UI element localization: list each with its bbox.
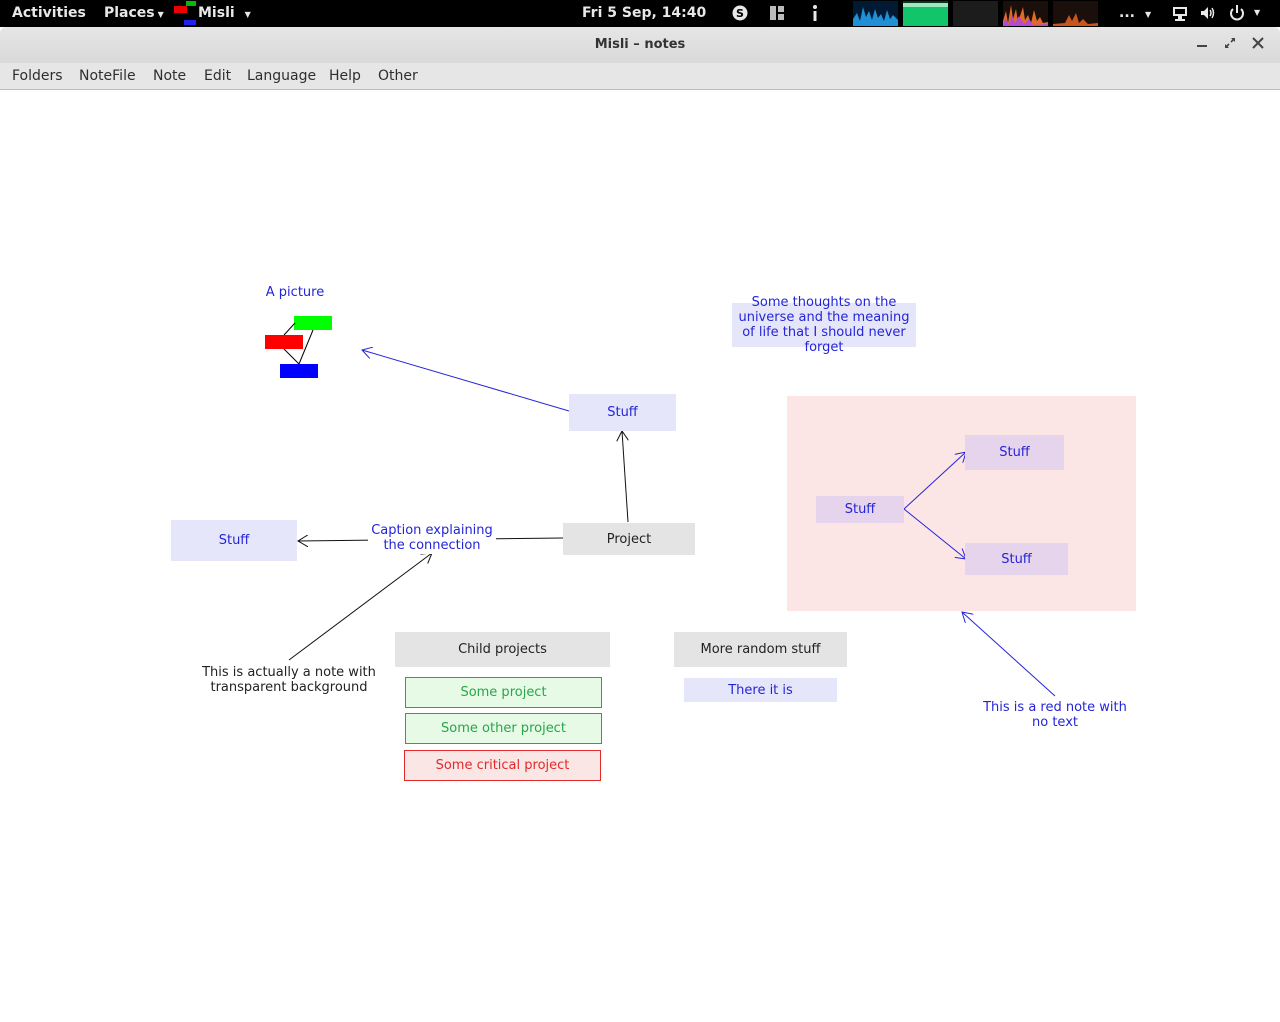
red-group-stuff-note[interactable]: Stuff bbox=[816, 496, 904, 523]
menu-edit[interactable]: Edit bbox=[204, 68, 231, 84]
minimize-icon[interactable] bbox=[1194, 35, 1210, 51]
power-icon[interactable] bbox=[1228, 4, 1246, 22]
menu-folders[interactable]: Folders bbox=[12, 68, 63, 84]
svg-text:S: S bbox=[736, 7, 744, 20]
power-menu-arrow-icon[interactable]: ▼ bbox=[1254, 8, 1260, 17]
connection-group-stuff-to-upper[interactable] bbox=[903, 452, 966, 510]
menu-note[interactable]: Note bbox=[153, 68, 186, 84]
menu-language[interactable]: Language bbox=[247, 68, 316, 84]
network-graph bbox=[1003, 1, 1048, 26]
swap-graph bbox=[953, 1, 998, 26]
app-menu[interactable]: Misli ▼ bbox=[198, 5, 251, 21]
more-arrow-icon: ▼ bbox=[1144, 10, 1152, 19]
connection-project-to-stuff[interactable] bbox=[622, 431, 628, 523]
app-menu-label: Misli bbox=[198, 5, 235, 21]
disk-graph bbox=[1053, 1, 1098, 26]
child-projects-note[interactable]: Child projects bbox=[395, 632, 610, 667]
some-other-project-note[interactable]: Some other project bbox=[405, 713, 602, 744]
close-icon[interactable] bbox=[1250, 35, 1266, 51]
more-label: ... bbox=[1119, 5, 1135, 21]
cpu-graph bbox=[853, 1, 898, 26]
window-title: Misli – notes bbox=[594, 37, 686, 52]
red-note-caption[interactable]: This is a red note with no text bbox=[978, 699, 1132, 731]
skype-icon[interactable]: S bbox=[731, 4, 749, 22]
connection-caption-to-red-note[interactable] bbox=[962, 612, 1056, 697]
restore-icon[interactable] bbox=[1222, 35, 1238, 51]
red-group-stuff-upper-note[interactable]: Stuff bbox=[965, 435, 1064, 470]
connection-caption[interactable]: Caption explaining the connection bbox=[368, 522, 496, 554]
menu-help[interactable]: Help bbox=[329, 68, 361, 84]
places-menu[interactable]: Places ▼ bbox=[104, 5, 164, 21]
places-arrow-icon: ▼ bbox=[157, 10, 164, 19]
transparent-note[interactable]: This is actually a note with transparent… bbox=[196, 664, 382, 696]
app-menu-arrow-icon: ▼ bbox=[244, 10, 251, 19]
stuff-note-top[interactable]: Stuff bbox=[569, 394, 676, 431]
connection-stuff-to-picture[interactable] bbox=[362, 350, 570, 412]
workspace-icon[interactable] bbox=[768, 4, 786, 22]
picture-image[interactable] bbox=[262, 314, 336, 380]
clock[interactable]: Fri 5 Sep, 14:40 bbox=[582, 5, 706, 21]
notes-canvas[interactable]: A picture Some thoughts on the universe … bbox=[0, 90, 1280, 1022]
connection-group-stuff-to-lower[interactable] bbox=[903, 508, 966, 559]
menu-other[interactable]: Other bbox=[378, 68, 418, 84]
red-group-stuff-lower-note[interactable]: Stuff bbox=[965, 543, 1068, 575]
stuff-note-left[interactable]: Stuff bbox=[171, 520, 297, 561]
info-icon[interactable] bbox=[806, 4, 824, 22]
volume-icon[interactable] bbox=[1199, 4, 1217, 22]
picture-caption[interactable]: A picture bbox=[255, 284, 335, 300]
top-panel: Activities Places ▼ Misli ▼ Fri 5 Sep, 14:… bbox=[0, 0, 1280, 27]
menubar: Folders NoteFile Note Edit Language Help… bbox=[0, 63, 1280, 90]
some-project-note[interactable]: Some project bbox=[405, 677, 602, 708]
thoughts-note[interactable]: Some thoughts on the universe and the me… bbox=[732, 295, 916, 355]
some-critical-project-note[interactable]: Some critical project bbox=[404, 750, 601, 781]
there-it-is-note[interactable]: There it is bbox=[684, 678, 837, 702]
misli-app-icon bbox=[174, 1, 198, 25]
window-titlebar[interactable]: Misli – notes bbox=[0, 27, 1280, 63]
network-icon[interactable] bbox=[1171, 4, 1189, 22]
activities-button[interactable]: Activities bbox=[12, 5, 86, 21]
more-menu[interactable]: ... ▼ bbox=[1119, 5, 1151, 21]
memory-graph bbox=[903, 1, 948, 26]
menu-notefile[interactable]: NoteFile bbox=[79, 68, 136, 84]
project-note[interactable]: Project bbox=[563, 523, 695, 555]
more-random-stuff-note[interactable]: More random stuff bbox=[674, 632, 847, 667]
places-label: Places bbox=[104, 5, 155, 21]
